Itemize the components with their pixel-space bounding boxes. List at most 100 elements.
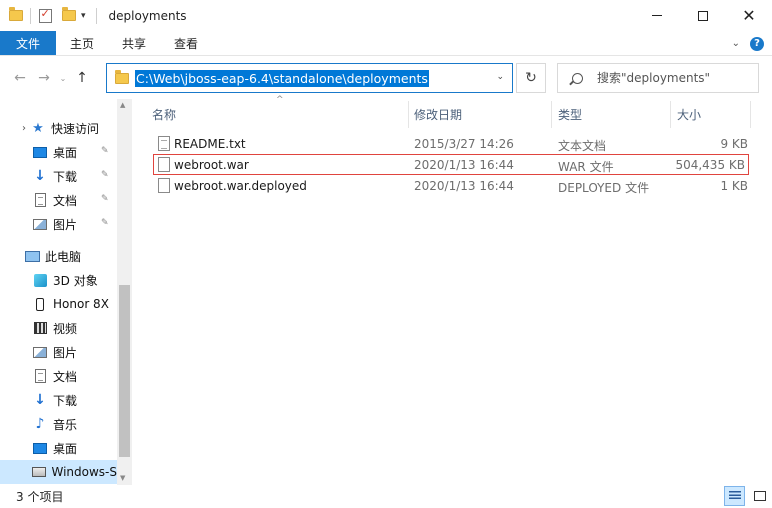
file-type: DEPLOYED 文件 xyxy=(558,181,650,195)
sidebar-scrollbar[interactable]: ▲ ▼ xyxy=(117,99,132,485)
customize-toolbar-dropdown-icon[interactable]: ▾ xyxy=(81,11,86,21)
pin-icon: ✎ xyxy=(101,194,109,204)
help-icon[interactable]: ? xyxy=(750,36,764,51)
pictures-icon xyxy=(32,217,48,231)
tab-view[interactable]: 查看 xyxy=(160,31,212,55)
music-icon: ♪ xyxy=(35,416,45,432)
pin-icon: ✎ xyxy=(101,170,109,180)
phone-icon xyxy=(32,297,48,311)
forward-button[interactable]: → xyxy=(32,66,56,90)
desktop-icon xyxy=(32,145,48,159)
file-name: webroot.war xyxy=(174,158,249,172)
sidebar-item-label: 文档 xyxy=(53,193,78,208)
table-row[interactable]: webroot.war.deployed 2020/1/13 16:44 DEP… xyxy=(154,176,748,197)
close-icon: ✕ xyxy=(742,5,756,25)
file-type: 文本文档 xyxy=(558,139,607,153)
address-bar[interactable]: C:\Web\jboss-eap-6.4\standalone\deployme… xyxy=(106,63,513,93)
sidebar-item-downloads-pc[interactable]: ↓ 下载 xyxy=(32,388,77,412)
sidebar-item-label: 图片 xyxy=(53,217,78,232)
file-icon xyxy=(158,157,170,172)
sidebar-item-this-pc[interactable]: 此电脑 xyxy=(24,244,81,268)
folder-icon[interactable] xyxy=(8,7,24,24)
close-button[interactable]: ✕ xyxy=(726,0,772,31)
scroll-down-icon[interactable]: ▼ xyxy=(120,474,125,482)
column-label: 大小 xyxy=(677,107,702,122)
sidebar-item-label: 音乐 xyxy=(53,417,78,432)
column-header-modified[interactable]: 修改日期 xyxy=(414,99,554,129)
sidebar-item-pictures-pc[interactable]: 图片 xyxy=(32,340,77,364)
minimize-icon xyxy=(652,15,662,16)
details-view-icon xyxy=(728,491,741,501)
sidebar-item-label: 文档 xyxy=(53,369,78,384)
expand-ribbon-icon[interactable]: ⌄ xyxy=(732,38,740,49)
search-icon xyxy=(572,72,583,84)
scrollbar-thumb[interactable] xyxy=(119,285,130,457)
chevron-right-icon[interactable]: › xyxy=(20,121,28,135)
download-icon: ↓ xyxy=(34,168,46,184)
sidebar-item-label: 桌面 xyxy=(53,441,78,456)
window-title: deployments xyxy=(108,8,187,23)
tab-file[interactable]: 文件 xyxy=(0,31,56,55)
title-bar: ▾ deployments ✕ xyxy=(0,0,772,31)
sidebar-item-windows-drive[interactable]: Windows-S xyxy=(0,460,117,484)
minimize-button[interactable] xyxy=(634,0,680,31)
column-divider[interactable] xyxy=(670,101,671,128)
sidebar-item-documents[interactable]: 文档 xyxy=(32,188,77,212)
item-count: 3 个项目 xyxy=(16,490,64,504)
sidebar-item-label: 快速访问 xyxy=(51,121,100,136)
document-icon xyxy=(32,369,48,383)
pin-icon: ✎ xyxy=(101,218,109,228)
sidebar-item-3d-objects[interactable]: 3D 对象 xyxy=(32,268,98,292)
column-header-type[interactable]: 类型 xyxy=(558,99,668,129)
back-button[interactable]: ← xyxy=(8,66,32,90)
address-dropdown-icon[interactable]: ⌄ xyxy=(496,72,504,82)
sidebar-item-quick-access[interactable]: › ★ 快速访问 xyxy=(20,116,99,140)
table-row[interactable]: README.txt 2015/3/27 14:26 文本文档 9 KB xyxy=(154,134,748,155)
tab-home[interactable]: 主页 xyxy=(56,31,108,55)
desktop-icon xyxy=(32,441,48,455)
column-divider[interactable] xyxy=(551,101,552,128)
search-input[interactable] xyxy=(597,71,747,85)
computer-icon xyxy=(24,249,40,263)
sidebar-item-desktop[interactable]: 桌面 xyxy=(32,140,77,164)
sidebar-item-phone[interactable]: Honor 8X xyxy=(32,292,109,316)
drive-icon xyxy=(32,465,47,479)
sidebar-item-downloads[interactable]: ↓ 下载 xyxy=(32,164,77,188)
column-divider[interactable] xyxy=(408,101,409,128)
download-icon: ↓ xyxy=(34,392,46,408)
sidebar-item-videos[interactable]: 视频 xyxy=(32,316,77,340)
folder-icon xyxy=(115,69,129,84)
column-divider[interactable] xyxy=(750,101,751,128)
tab-share[interactable]: 共享 xyxy=(108,31,160,55)
column-header-name[interactable]: 名称 xyxy=(152,99,410,129)
quick-access-toolbar: ▾ xyxy=(0,0,86,31)
sidebar-item-desktop-pc[interactable]: 桌面 xyxy=(32,436,77,460)
sidebar-item-documents-pc[interactable]: 文档 xyxy=(32,364,77,388)
file-size: 504,435 KB xyxy=(675,158,745,172)
sidebar-item-label: 此电脑 xyxy=(45,249,82,264)
pin-icon: ✎ xyxy=(101,146,109,156)
sidebar-item-label: 视频 xyxy=(53,321,78,336)
properties-icon[interactable] xyxy=(37,7,53,24)
search-box[interactable] xyxy=(557,63,759,93)
file-modified: 2015/3/27 14:26 xyxy=(414,137,514,151)
recent-locations-icon[interactable]: ⌄ xyxy=(56,66,70,90)
refresh-button[interactable]: ↻ xyxy=(516,63,546,93)
up-button[interactable]: ↑ xyxy=(70,66,94,90)
scroll-up-icon[interactable]: ▲ xyxy=(120,101,125,109)
star-icon: ★ xyxy=(32,120,44,136)
sidebar-item-label: 桌面 xyxy=(53,145,78,160)
file-name: README.txt xyxy=(174,137,246,151)
new-folder-icon[interactable] xyxy=(61,7,77,24)
column-header-size[interactable]: 大小 xyxy=(677,99,747,129)
file-modified: 2020/1/13 16:44 xyxy=(414,179,514,193)
pictures-icon xyxy=(32,345,48,359)
sidebar-item-pictures[interactable]: 图片 xyxy=(32,212,77,236)
sidebar-item-label: 图片 xyxy=(53,345,78,360)
sidebar-item-music[interactable]: ♪ 音乐 xyxy=(32,412,77,436)
large-icons-view-button[interactable] xyxy=(749,486,770,506)
maximize-button[interactable] xyxy=(680,0,726,31)
address-path[interactable]: C:\Web\jboss-eap-6.4\standalone\deployme… xyxy=(135,69,429,87)
details-view-button[interactable] xyxy=(724,486,745,506)
table-row[interactable]: webroot.war 2020/1/13 16:44 WAR 文件 504,4… xyxy=(153,154,749,175)
